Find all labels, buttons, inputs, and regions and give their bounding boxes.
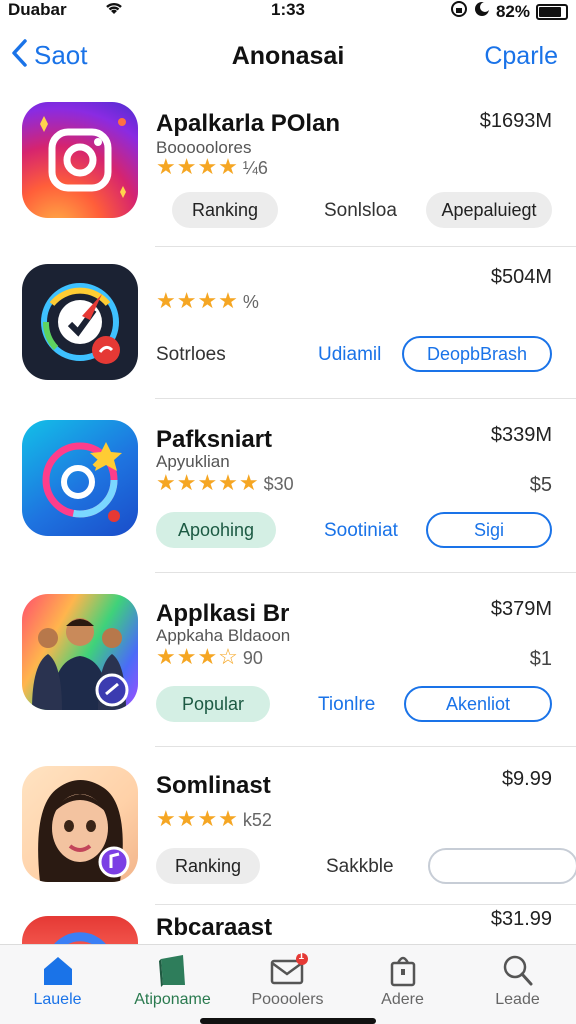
orientation-lock-icon — [450, 0, 468, 23]
app-name: Rbcaraast — [156, 914, 273, 941]
app-name: Applkasi Br — [156, 600, 290, 627]
battery-icon — [536, 3, 568, 20]
stars-glyphs: ★★★★ — [156, 288, 239, 313]
stars-glyphs: ★★★★ — [156, 806, 239, 831]
rating-stars: ★★★☆ 90 — [156, 644, 263, 670]
list-item[interactable]: Somlinast ★★★★ k52 $9.99 Ranking Sakkble — [0, 754, 576, 904]
details-link[interactable]: Sootiniat — [324, 520, 398, 542]
mail-icon: 1 — [268, 951, 308, 987]
tab-label: Poooolers — [251, 991, 324, 1008]
app-price: $504M — [490, 266, 552, 288]
app-icon-lens — [22, 420, 138, 536]
list-item[interactable]: Apalkarla POlan Booooolores ★★★★ ¼6 $1693… — [0, 92, 576, 238]
divider — [155, 398, 576, 399]
app-name: Pafksniart — [156, 426, 273, 453]
stars-glyphs: ★★★☆ — [156, 644, 239, 669]
tab-label: Atiponame — [134, 991, 211, 1008]
tab-library[interactable]: Atiponame — [115, 953, 230, 1009]
app-subtitle: Sotrloes — [156, 344, 226, 365]
popular-badge[interactable]: Popular — [156, 686, 270, 722]
battery-percent: 82% — [495, 1, 530, 21]
rating-stars: ★★★★ ¼6 — [156, 154, 268, 180]
stars-glyphs: ★★★★ — [156, 154, 239, 179]
app-icon-avatar — [22, 766, 138, 882]
app-price: $31.99 — [490, 908, 552, 930]
divider — [155, 904, 576, 905]
tab-search[interactable]: Leade — [460, 953, 575, 1009]
app-price: $339M — [490, 424, 552, 446]
tab-bar: Lauele Atiponame 1 Poooolers Adere Leade — [0, 944, 576, 1024]
middle-label: Sonlsloa — [324, 200, 397, 221]
get-button[interactable]: DeopbBrash — [402, 336, 552, 372]
stars-glyphs: ★★★★★ — [156, 470, 260, 495]
list-item[interactable]: Applkasi Br Appkaha Bldaoon ★★★☆ 90 $379M… — [0, 582, 576, 746]
status-bar: Duabar 1:33 82% — [0, 0, 576, 22]
app-icon-camera — [22, 102, 138, 218]
tab-messages[interactable]: 1 Poooolers — [230, 951, 345, 1009]
book-icon — [153, 953, 193, 987]
divider — [155, 746, 576, 747]
tab-store[interactable]: Adere — [345, 953, 460, 1009]
list-item[interactable]: Rbcaraast $31.99 — [0, 906, 576, 946]
app-icon-people — [22, 594, 138, 710]
middle-label: Sakkble — [326, 856, 394, 877]
tab-label: Adere — [381, 991, 424, 1008]
app-name: Apalkarla POlan — [156, 110, 341, 137]
secondary-price: $5 — [529, 474, 552, 496]
bag-icon — [383, 953, 423, 987]
status-badge[interactable]: Apoohing — [156, 512, 276, 548]
app-name: Somlinast — [156, 772, 271, 799]
details-link[interactable]: Tionlre — [318, 694, 375, 716]
get-button[interactable]: Akenliot — [404, 686, 552, 722]
rating-count: ¼6 — [242, 158, 268, 178]
rating-count: $30 — [263, 474, 294, 494]
search-icon — [498, 953, 538, 987]
app-subtitle: Appkaha Bldaoon — [156, 626, 291, 645]
details-link[interactable]: Udiamil — [318, 344, 381, 366]
app-price: $1693M — [479, 110, 552, 132]
app-icon-partial — [22, 916, 138, 946]
ranking-button[interactable]: Ranking — [156, 848, 260, 884]
ranking-button[interactable]: Ranking — [172, 192, 278, 228]
rating-count: 90 — [242, 648, 263, 668]
app-price: $379M — [490, 598, 552, 620]
app-price: $9.99 — [501, 768, 552, 790]
tab-home[interactable]: Lauele — [0, 953, 115, 1009]
rating-stars: ★★★★★ $30 — [156, 470, 294, 496]
home-indicator — [200, 1018, 376, 1024]
rating-stars: ★★★★ k52 — [156, 806, 272, 832]
notification-badge: 1 — [298, 951, 305, 962]
moon-icon — [474, 1, 490, 22]
divider — [155, 246, 576, 247]
category-button[interactable]: Apepaluiegt — [426, 192, 552, 228]
list-item[interactable]: Pafksniart Apyuklian ★★★★★ $30 $339M $5 A… — [0, 408, 576, 572]
get-button[interactable] — [428, 848, 576, 884]
secondary-price: $1 — [529, 648, 552, 670]
app-icon-compass — [22, 264, 138, 380]
list-item[interactable]: ★★★★% $504M Sotrloes Udiamil DeopbBrash — [0, 252, 576, 398]
rating-stars: ★★★★% — [156, 288, 259, 314]
home-icon — [38, 953, 78, 987]
rating-count: k52 — [242, 810, 272, 830]
get-button[interactable]: Sigi — [426, 512, 552, 548]
tab-label: Leade — [495, 991, 540, 1008]
app-subtitle: Apyuklian — [156, 452, 230, 471]
rating-count: % — [242, 292, 259, 312]
nav-action-button[interactable]: Cparle — [484, 42, 558, 71]
nav-bar: Saot Anonasai Cparle — [0, 30, 576, 86]
tab-label: Lauele — [33, 991, 82, 1008]
divider — [155, 572, 576, 573]
